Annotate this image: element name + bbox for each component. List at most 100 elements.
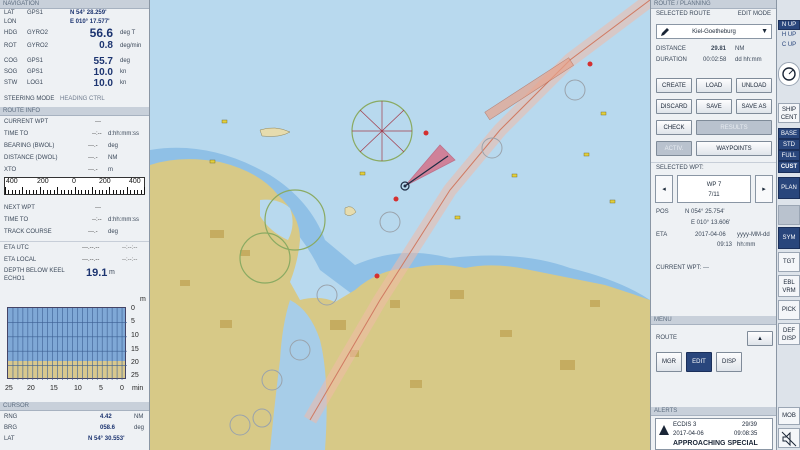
scale-tick [67,189,69,194]
scale-tick [123,189,125,194]
hdg-row: HDG GYRO2 56.6 deg T [4,25,136,40]
scale-tick [71,189,73,194]
scale-tick [95,189,97,194]
tgt-button[interactable]: TGT [778,252,800,272]
load-button[interactable]: LOAD [696,78,732,93]
route-duration-row: DURATION 00:02:58 dd hh:mm [656,57,762,63]
scale-tick [105,189,107,194]
chevron-up-icon: ▲ [757,336,763,342]
scale-tick [50,189,52,194]
depth-tick: 0 [131,305,135,312]
chart-canvas[interactable] [150,0,650,450]
depth-tick: 5 [131,318,135,325]
mute-button[interactable] [778,428,800,448]
scale-tick [126,186,128,194]
edit-button[interactable]: EDIT [686,352,712,372]
left-panel: NAVIGATION LAT GPS1 N 54° 28.259' LON E 0… [0,0,150,450]
chevron-down-icon: ▼ [761,28,768,35]
cust-button[interactable]: CUST [778,161,800,173]
next-wpt-button[interactable]: ▸ [755,175,773,203]
steering-mode-row: STEERING MODE HEADING CTRL [4,95,105,102]
eta-time: 09:13 [717,242,733,248]
zoom-button[interactable] [778,62,800,86]
warning-icon [659,425,669,435]
cursor-rng-row: RNG 4.42 NM [4,414,144,420]
north-up-button[interactable]: N UP [778,20,800,30]
time-to-row: TIME TO --:-- d:hh:mm:ss [4,130,140,137]
ebl-vrm-button[interactable]: EBL VRM [778,275,800,297]
nautical-chart[interactable] [150,0,650,450]
scale-tick [8,189,10,194]
scale-tick [102,189,104,194]
full-button[interactable]: FULL [778,150,800,161]
results-button[interactable]: RESULTS [696,120,772,135]
waypoint-selector: ◂ WP 7 7/11 ▸ [655,175,773,205]
lat-row: LAT GPS1 N 54° 28.259' [4,10,107,16]
prev-wpt-button[interactable]: ◂ [655,175,673,203]
hdg-value: 56.6 [89,25,113,40]
save-as-button[interactable]: SAVE AS [736,99,772,114]
base-button[interactable]: BASE [778,128,800,139]
depth-unit: m [140,296,146,303]
unload-button[interactable]: UNLOAD [736,78,772,93]
cog-row: COG GPS1 55.7 deg [4,55,131,67]
check-button[interactable]: CHECK [656,120,692,135]
alert-item[interactable]: ECDIS 3 29/39 2017-04-06 09:08:35 APPROA… [655,418,773,450]
zoom-icon [782,67,796,81]
scale-tick [15,189,17,194]
eta-date: 2017-04-06 [695,232,726,238]
stw-row: STW LOG1 10.0 kn [4,77,127,89]
scale-tick [39,186,41,194]
activate-button[interactable]: ACTIV. [656,141,692,156]
scale-tick [116,189,118,194]
track-course-row: TRACK COURSE ---.- deg [4,228,119,235]
time-tick: 0 [120,385,124,392]
course-up-button[interactable]: C UP [778,41,800,50]
head-up-button[interactable]: H UP [778,31,800,40]
scale-tick [36,189,38,194]
scale-tick [11,189,13,194]
selected-route-row: SELECTED ROUTE EDIT MODE [656,11,771,17]
depth-value: 19.1 [86,266,108,279]
current-wpt-label: CURRENT WPT: [656,265,702,271]
mob-button[interactable]: MOB [778,407,800,425]
discard-button[interactable]: DISCARD [656,99,692,114]
scale-tick [81,189,83,194]
depth-tick: 10 [131,332,139,339]
scale-tick [133,189,135,194]
save-button[interactable]: SAVE [696,99,732,114]
scale-tick [60,189,62,194]
scale-tick [64,189,66,194]
depth-grid [8,308,127,380]
waypoints-button[interactable]: WAYPOINTS [696,141,772,156]
mgr-button[interactable]: MGR [656,352,682,372]
xto-row: XTO ---.- m [4,166,113,173]
scale-tick [18,189,20,194]
disp-button[interactable]: DISP [716,352,742,372]
scale-tick [109,186,111,194]
menu-route-label: ROUTE [656,335,677,341]
toolbar-blank-button[interactable] [778,205,800,225]
scale-tick [43,189,45,194]
current-wpt-value: --- [703,265,709,271]
scale-tick [57,186,59,194]
cursor-brg-row: BRG 058.6 deg [4,425,145,431]
menu-collapse-button[interactable]: ▲ [747,331,773,346]
xto-scale: 400 200 0 200 400 [4,176,145,195]
alerts-header: ALERTS [651,407,776,416]
create-button[interactable]: CREATE [656,78,692,93]
eta-time-format: hh:mm [737,242,756,248]
mute-icon [781,431,797,447]
lon-row: LON E 010° 17.577' [4,18,110,25]
current-wpt-row: CURRENT WPT --- [4,118,101,125]
route-select[interactable]: Kiel-Goetheburg ▼ [656,24,772,39]
std-button[interactable]: STD [778,139,800,150]
pick-button[interactable]: PICK [778,300,800,320]
def-disp-button[interactable]: DEF DISP [778,323,800,345]
time-tick: 15 [50,385,58,392]
plan-button[interactable]: PLAN [778,177,800,199]
ship-center-button[interactable]: SHIP CENT [778,103,800,123]
time-tick: 5 [99,385,103,392]
next-wpt-row: NEXT WPT --- [4,204,101,211]
sym-button[interactable]: SYM [778,227,800,249]
